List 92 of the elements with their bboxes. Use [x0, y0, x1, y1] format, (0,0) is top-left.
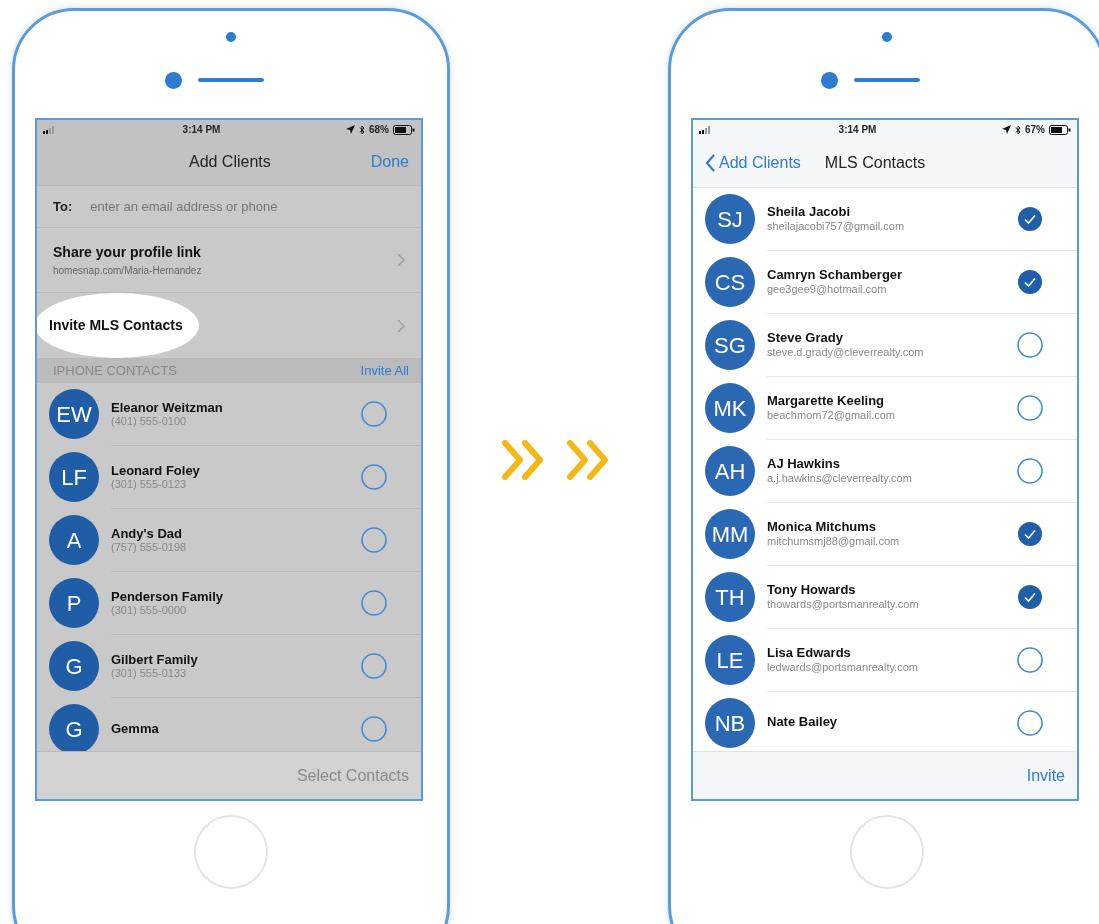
contact-detail: (301) 555-0123	[111, 477, 187, 490]
contact-name: Tony Howards	[767, 583, 856, 598]
nav-title: Add Clients	[187, 152, 272, 173]
battery-percent: 68%	[369, 123, 389, 138]
contact-name: Nate Bailey	[767, 715, 838, 730]
radio-unchecked[interactable]	[1017, 331, 1043, 358]
radio-unchecked[interactable]	[1017, 646, 1043, 673]
avatar: EW	[49, 389, 99, 440]
avatar: MK	[705, 383, 755, 434]
nav-title: MLS Contacts	[824, 153, 926, 174]
menu-row[interactable]: Share your profile link homesnap.com/Maria-Hernandez	[37, 228, 421, 294]
battery-icon	[393, 124, 415, 135]
email-input-field[interactable]: enter an email address or phone	[88, 195, 405, 218]
contact-detail: (401) 555-0100	[111, 414, 187, 427]
location-icon	[1002, 125, 1011, 135]
contact-name: Lisa Edwards	[767, 646, 851, 661]
camera-dot-icon	[882, 32, 892, 42]
bluetooth-icon	[359, 124, 365, 135]
radio-checked[interactable]	[1017, 520, 1043, 547]
radio-unchecked[interactable]	[1017, 709, 1043, 736]
chevron-icon	[397, 318, 405, 333]
avatar: AH	[705, 446, 755, 497]
invite-all-link[interactable]: Invite All	[360, 361, 409, 381]
status-time: 3:14 PM	[838, 123, 877, 138]
avatar: CS	[705, 257, 755, 308]
signal-icon	[43, 125, 57, 134]
avatar: MM	[705, 509, 755, 560]
bluetooth-icon	[1015, 124, 1021, 135]
avatar: TH	[705, 572, 755, 623]
avatar: G	[49, 641, 99, 692]
radio-unchecked[interactable]	[361, 400, 387, 427]
contact-detail: ledwards@portsmanrealty.com	[767, 660, 918, 673]
contact-detail: steve.d.grady@cleverrealty.com	[767, 345, 924, 358]
battery-percent: 67%	[1025, 123, 1045, 138]
radio-unchecked[interactable]	[361, 715, 387, 742]
menu-row[interactable]: Invite MLS Contacts	[37, 293, 421, 360]
avatar: G	[49, 704, 99, 751]
to-label: To:	[53, 197, 73, 216]
avatar: SJ	[705, 194, 755, 245]
contact-name: Leonard Foley	[111, 463, 200, 478]
avatar: SG	[705, 320, 755, 371]
location-icon	[346, 125, 355, 135]
signal-icon	[699, 125, 713, 134]
radio-unchecked[interactable]	[361, 589, 387, 616]
back-chevron-icon	[705, 154, 715, 173]
battery-icon	[1049, 124, 1071, 135]
avatar: A	[49, 515, 99, 566]
radio-checked[interactable]	[1017, 268, 1043, 295]
spotlight-label: Invite MLS Contacts	[37, 293, 199, 359]
contact-name: AJ Hawkins	[767, 457, 840, 472]
menu-item-subtitle: homesnap.com/Maria-Hernandez	[53, 264, 202, 279]
contact-name: Steve Grady	[767, 331, 843, 346]
avatar: LE	[705, 635, 755, 686]
radio-checked[interactable]	[1017, 205, 1043, 232]
contact-detail: (301) 555-0000	[111, 603, 187, 616]
contact-name: Monica Mitchums	[767, 520, 877, 535]
contact-detail: thowards@portsmanrealty.com	[767, 597, 919, 610]
contact-name: Sheila Jacobi	[767, 205, 851, 220]
contact-detail: a.j.hawkins@cleverrealty.com	[767, 471, 912, 484]
speaker-icon	[198, 78, 264, 82]
contact-detail: beachmom72@gmail.com	[767, 408, 895, 421]
contact-detail: mitchumsmj88@gmail.com	[767, 534, 900, 547]
radio-checked[interactable]	[1017, 583, 1043, 610]
status-time: 3:14 PM	[182, 123, 221, 138]
contact-detail: (757) 555-0198	[111, 540, 187, 553]
chevron-icon	[397, 253, 405, 268]
avatar: P	[49, 578, 99, 629]
contact-name: Penderson Family	[111, 589, 223, 604]
contact-name: Camryn Schamberger	[767, 268, 903, 283]
contact-name: Margarette Keeling	[767, 394, 885, 409]
contact-name: Andy's Dad	[111, 526, 182, 541]
camera-dot-icon	[226, 32, 236, 42]
radio-unchecked[interactable]	[1017, 457, 1043, 484]
contact-detail: sheilajacobi757@gmail.com	[767, 219, 905, 232]
avatar: NB	[705, 698, 755, 749]
camera-icon	[165, 71, 182, 89]
radio-unchecked[interactable]	[361, 652, 387, 679]
done-button[interactable]: Done	[370, 150, 409, 175]
speaker-icon	[854, 78, 920, 82]
contact-name: Gemma	[111, 721, 159, 736]
avatar: LF	[49, 452, 99, 503]
back-button[interactable]: Add Clients	[705, 151, 801, 176]
camera-icon	[821, 71, 838, 89]
radio-unchecked[interactable]	[1017, 394, 1043, 421]
contact-name: Gilbert Family	[111, 652, 198, 667]
contact-detail: (301) 555-0133	[111, 666, 187, 679]
radio-unchecked[interactable]	[361, 526, 387, 553]
invite-button[interactable]: Invite	[1026, 763, 1065, 788]
contact-name: Eleanor Weitzman	[111, 400, 223, 415]
menu-item-title: Share your profile link	[53, 243, 201, 263]
contact-detail: gee3gee9@hotmail.com	[767, 282, 887, 295]
radio-unchecked[interactable]	[361, 463, 387, 490]
